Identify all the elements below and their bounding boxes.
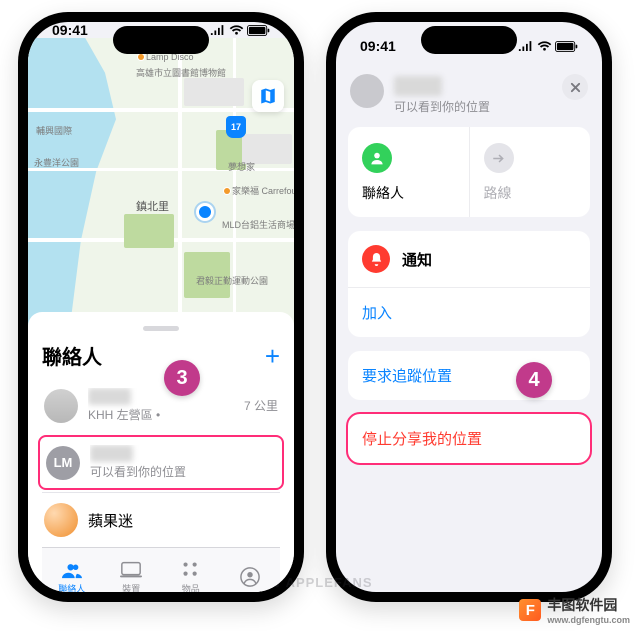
avatar bbox=[44, 389, 78, 423]
contact-tile[interactable]: 聯絡人 bbox=[348, 127, 469, 217]
map-poi: 永豊洋公園 bbox=[34, 156, 79, 169]
stop-sharing-button[interactable]: 停止分享我的位置 bbox=[348, 414, 590, 463]
map-poi: 君毅正勤運動公園 bbox=[196, 274, 268, 287]
tab-items[interactable]: 物品 bbox=[161, 548, 221, 592]
sheet-grabber[interactable] bbox=[143, 326, 179, 331]
avatar bbox=[44, 503, 78, 537]
notify-label: 通知 bbox=[402, 249, 432, 270]
tab-label: 物品 bbox=[182, 582, 200, 592]
stop-share-card: 停止分享我的位置 bbox=[348, 414, 590, 463]
contact-name: ████ bbox=[88, 388, 131, 405]
bell-icon bbox=[362, 245, 390, 273]
detail-sub: 可以看到你的位置 bbox=[394, 98, 552, 115]
list-item[interactable]: 蘋果迷 bbox=[42, 492, 280, 547]
contact-distance: 7 公里 bbox=[244, 397, 278, 414]
notch bbox=[421, 26, 517, 54]
contact-sub: 可以看到你的位置 bbox=[90, 463, 276, 480]
items-icon bbox=[180, 560, 202, 580]
close-button[interactable] bbox=[562, 74, 588, 100]
footer-url: www.dgfengtu.com bbox=[547, 615, 630, 625]
step-badge-3: 3 bbox=[164, 360, 200, 396]
signal-icon bbox=[518, 41, 534, 52]
status-time: 09:41 bbox=[52, 22, 88, 38]
avatar bbox=[350, 74, 384, 108]
avatar: LM bbox=[46, 446, 80, 480]
notify-row: 通知 bbox=[348, 231, 590, 287]
map-poi: 高雄市立圖書館博物館 bbox=[136, 66, 226, 79]
tile-label: 路線 bbox=[484, 183, 577, 203]
map[interactable]: Lamp Disco 高雄市立圖書館博物館 輔興國際 永豊洋公園 家樂福 Car… bbox=[28, 38, 294, 328]
detail-name: ████ bbox=[394, 76, 442, 96]
request-card: 要求追蹤位置 bbox=[348, 351, 590, 400]
tab-label: 裝置 bbox=[122, 582, 140, 592]
wifi-icon bbox=[537, 41, 552, 52]
footer-name: 丰图软件园 bbox=[547, 595, 630, 615]
map-poi: 夢想家 bbox=[228, 160, 255, 173]
people-list: ████ KHH 左營區 • 7 公里 LM ████ 可以看到你的位置 bbox=[42, 378, 280, 547]
tab-label: 聯絡人 bbox=[58, 582, 85, 592]
battery-icon bbox=[555, 41, 578, 52]
user-location-dot bbox=[196, 203, 214, 221]
screen-left: 09:41 Lamp Disco 高雄市立圖書館博物館 輔興國際 永豊洋公園 家 bbox=[28, 22, 294, 592]
battery-icon bbox=[247, 25, 270, 36]
footer-watermark: F 丰图软件园 www.dgfengtu.com bbox=[519, 595, 630, 625]
notch bbox=[113, 26, 209, 54]
detail-header: ████ 可以看到你的位置 bbox=[336, 70, 602, 127]
notify-add[interactable]: 加入 bbox=[348, 287, 590, 337]
me-icon bbox=[239, 567, 261, 587]
phone-right: 09:41 ████ 可以看到你的位置 bbox=[326, 12, 612, 602]
map-icon bbox=[259, 87, 277, 105]
tile-label: 聯絡人 bbox=[362, 183, 455, 203]
route-shield: 17 bbox=[226, 116, 246, 138]
status-icons bbox=[210, 25, 270, 36]
status-icons bbox=[518, 41, 578, 52]
wifi-icon bbox=[229, 25, 244, 36]
map-place: 鎮北里 bbox=[136, 198, 169, 214]
notify-card: 通知 加入 bbox=[348, 231, 590, 337]
directions-tile[interactable]: 路線 bbox=[469, 127, 591, 217]
actions-card: 聯絡人 路線 bbox=[348, 127, 590, 217]
map-poi: 輔興國際 bbox=[36, 124, 72, 137]
screen-right: 09:41 ████ 可以看到你的位置 bbox=[336, 22, 602, 592]
tab-me[interactable] bbox=[221, 548, 281, 592]
signal-icon bbox=[210, 25, 226, 36]
footer-logo: F bbox=[519, 599, 541, 621]
contact-name: ████ bbox=[90, 445, 133, 462]
map-poi: MLD台鋁生活商場 bbox=[222, 218, 294, 231]
person-icon bbox=[362, 143, 392, 173]
arrow-icon bbox=[484, 143, 514, 173]
list-item-highlighted[interactable]: LM ████ 可以看到你的位置 bbox=[38, 435, 284, 490]
list-item[interactable]: ████ KHH 左營區 • 7 公里 bbox=[42, 378, 280, 433]
sheet-title: 聯絡人 bbox=[42, 341, 102, 370]
map-type-button[interactable] bbox=[252, 80, 284, 112]
step-badge-4: 4 bbox=[516, 362, 552, 398]
tab-devices[interactable]: 裝置 bbox=[102, 548, 162, 592]
request-tracking[interactable]: 要求追蹤位置 bbox=[348, 351, 590, 400]
tab-people[interactable]: 聯絡人 bbox=[42, 548, 102, 592]
people-sheet[interactable]: 聯絡人 + ████ KHH 左營區 • 7 公里 LM bbox=[28, 312, 294, 592]
add-person-button[interactable]: + bbox=[265, 343, 280, 369]
phone-left: 09:41 Lamp Disco 高雄市立圖書館博物館 輔興國際 永豊洋公園 家 bbox=[18, 12, 304, 602]
contact-name: 蘋果迷 bbox=[88, 510, 278, 531]
close-icon bbox=[570, 82, 581, 93]
devices-icon bbox=[120, 560, 142, 580]
status-time: 09:41 bbox=[360, 38, 396, 54]
contact-sub: KHH 左營區 • bbox=[88, 406, 234, 423]
map-poi: 家樂福 Carrefour bbox=[224, 184, 294, 197]
tab-bar: 聯絡人 裝置 物品 bbox=[42, 547, 280, 592]
people-icon bbox=[61, 560, 83, 580]
